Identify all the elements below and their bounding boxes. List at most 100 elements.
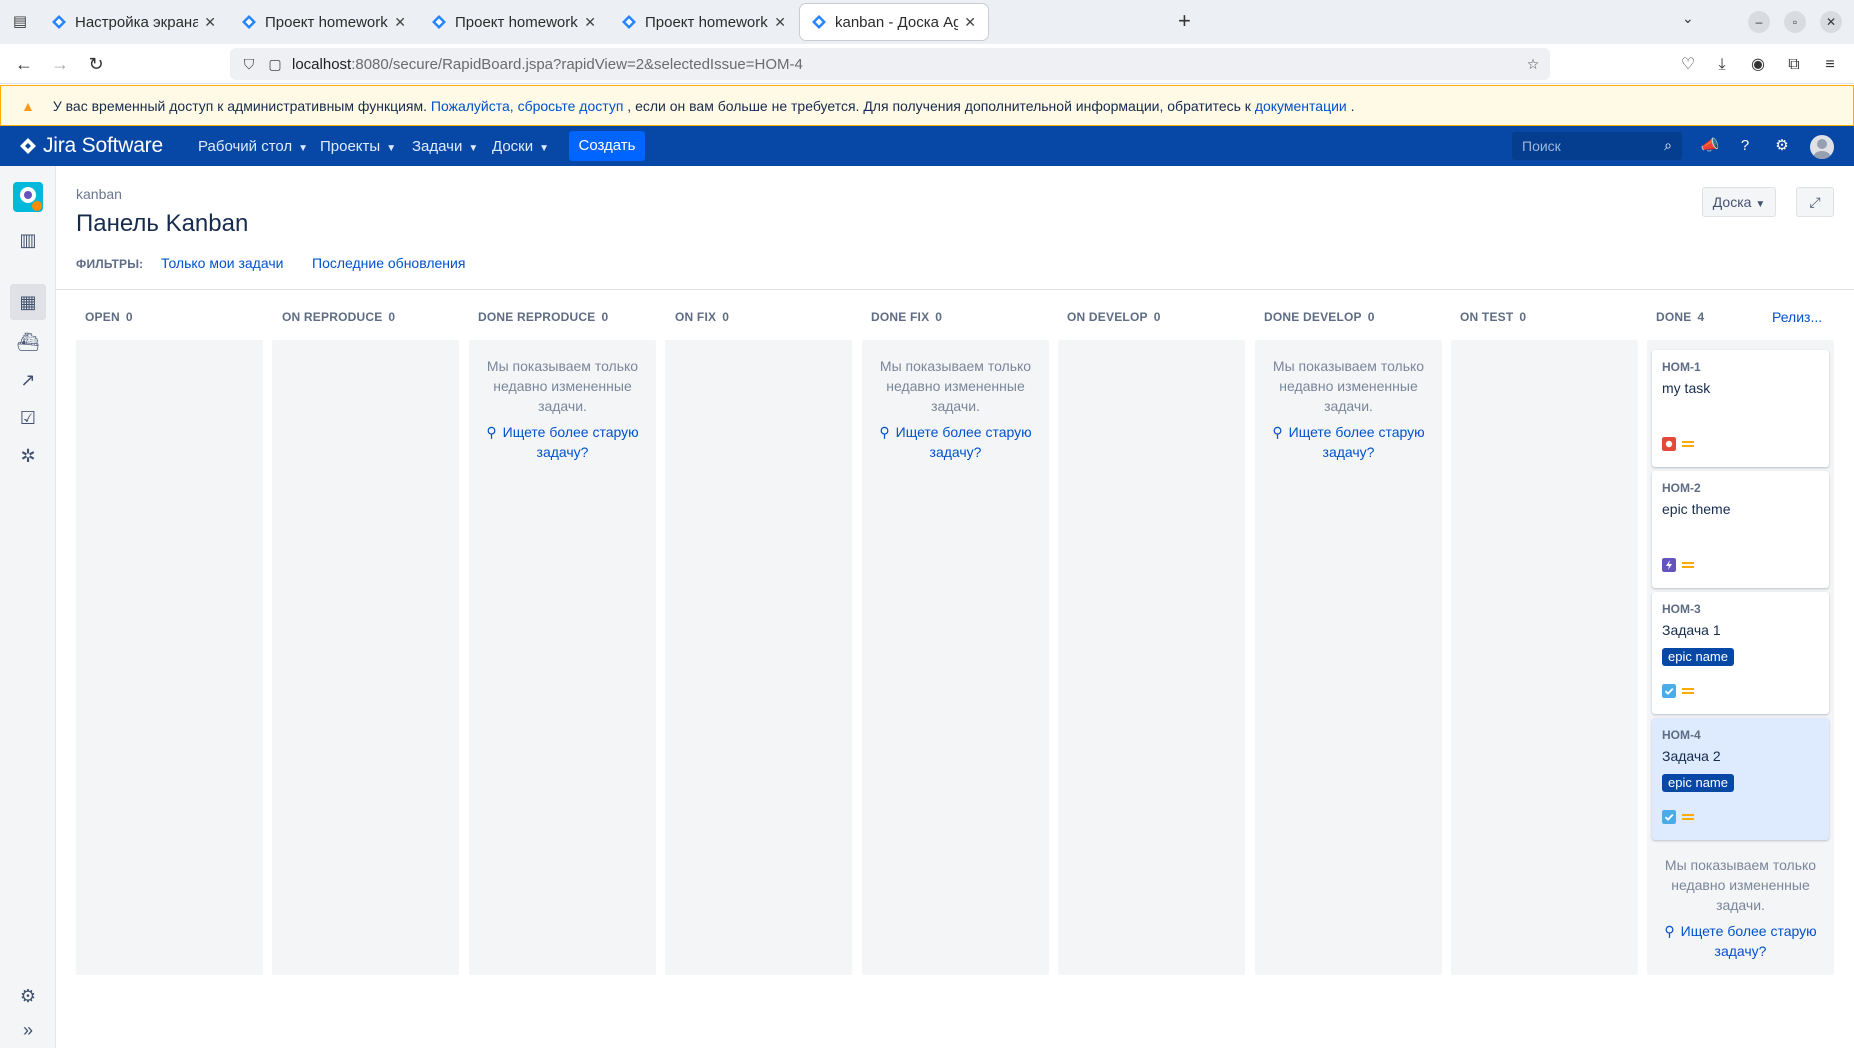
issue-summary: Задача 1: [1662, 622, 1721, 638]
issue-key[interactable]: HOM-2: [1662, 481, 1701, 495]
browser-tab-active[interactable]: kanban - Доска Agile - Jir ✕: [800, 4, 988, 40]
address-bar[interactable]: ⛉ ▢ localhost:8080/secure/RapidBoard.jsp…: [230, 48, 1550, 80]
downloads-icon[interactable]: ⤓: [1711, 54, 1733, 76]
kanban-board-icon[interactable]: ▦: [10, 284, 46, 320]
user-avatar-icon: [1813, 139, 1831, 159]
older-issues-link[interactable]: ⚲ Ищете более старую задачу?: [872, 422, 1039, 462]
column-name: OPEN: [85, 310, 120, 324]
release-link[interactable]: Релиз...: [1772, 309, 1822, 325]
chevron-down-icon: ▼: [1755, 199, 1766, 210]
browser-tab[interactable]: Проект homework - Пол ✕: [610, 4, 798, 40]
backlog-icon[interactable]: ▥: [14, 226, 42, 254]
breadcrumb[interactable]: kanban: [76, 186, 122, 202]
page-info-icon[interactable]: ▢: [266, 55, 284, 73]
settings-gear-icon[interactable]: ⚙: [1772, 136, 1792, 156]
issue-key[interactable]: HOM-4: [1662, 728, 1701, 742]
column-header-done-fix: DONE FIX 0: [871, 310, 942, 324]
close-tab-icon[interactable]: ✕: [204, 14, 216, 31]
browser-tab[interactable]: Проект homework - Экр ✕: [230, 4, 418, 40]
pocket-icon[interactable]: ♡: [1677, 54, 1699, 76]
jira-logo[interactable]: Jira Software: [20, 134, 163, 158]
close-window-button[interactable]: ✕: [1820, 11, 1842, 33]
browser-tab[interactable]: Проект homework - Экр ✕: [420, 4, 608, 40]
column-done-reproduce: Мы показываем только недавно измененные …: [469, 340, 656, 975]
issue-card[interactable]: HOM-2 epic theme: [1652, 471, 1829, 588]
recent-issues-text: Мы показываем только недавно измененные …: [879, 358, 1032, 414]
minimize-window-button[interactable]: –: [1748, 11, 1770, 33]
jira-top-navigation: Jira Software Рабочий стол ▼ Проекты ▼ Зад…: [0, 126, 1854, 166]
back-arrow-icon[interactable]: ←: [12, 52, 36, 76]
issues-icon[interactable]: ☑: [14, 404, 42, 432]
account-icon[interactable]: ◉: [1747, 54, 1769, 76]
epic-label[interactable]: epic name: [1662, 648, 1734, 666]
issue-card[interactable]: HOM-3 Задача 1 epic name: [1652, 592, 1829, 714]
chevron-down-icon: ▼: [468, 143, 479, 154]
issue-card-selected[interactable]: HOM-4 Задача 2 epic name: [1652, 718, 1829, 840]
project-settings-gear-icon[interactable]: ⚙: [14, 982, 42, 1010]
quick-filter-recently-updated[interactable]: Последние обновления: [312, 255, 465, 271]
menu-dashboards[interactable]: Рабочий стол ▼: [198, 138, 308, 155]
medium-priority-icon: [1682, 441, 1694, 447]
create-issue-button[interactable]: Создать: [569, 131, 645, 161]
help-icon[interactable]: ?: [1735, 136, 1755, 156]
column-header-on-reproduce: ON REPRODUCE 0: [282, 310, 395, 324]
restore-window-button[interactable]: ▫: [1784, 11, 1806, 33]
user-avatar[interactable]: [1810, 135, 1834, 159]
expand-sidebar-icon[interactable]: »: [14, 1016, 42, 1044]
browser-navigation-bar: ← → ↻ ⛉ ▢ localhost:8080/secure/RapidBoa…: [0, 44, 1854, 84]
epic-label[interactable]: epic name: [1662, 774, 1734, 792]
board-dropdown-button[interactable]: Доска ▼: [1702, 187, 1776, 217]
url-path: :8080/secure/RapidBoard.jspa?rapidView=2…: [351, 56, 803, 73]
bookmark-star-icon[interactable]: ☆: [1524, 55, 1542, 73]
recent-issues-note: Мы показываем только недавно измененные …: [479, 356, 646, 462]
browser-tab[interactable]: Настройка экрана - Jira ✕: [40, 4, 228, 40]
search-input[interactable]: Поиск ⌕: [1512, 132, 1682, 160]
menu-hamburger-icon[interactable]: ≡: [1819, 54, 1841, 76]
column-on-test: [1451, 340, 1638, 975]
new-tab-button[interactable]: +: [1178, 10, 1191, 32]
older-issues-link[interactable]: ⚲ Ищете более старую задачу?: [479, 422, 646, 462]
older-issues-link[interactable]: ⚲ Ищете более старую задачу?: [1265, 422, 1432, 462]
tab-list-icon[interactable]: ▤: [8, 10, 32, 34]
extensions-icon[interactable]: ⧉: [1783, 54, 1805, 76]
column-on-reproduce: [272, 340, 459, 975]
issue-card[interactable]: HOM-1 my task: [1652, 350, 1829, 467]
older-issues-link[interactable]: ⚲ Ищете более старую задачу?: [1657, 921, 1824, 961]
menu-projects[interactable]: Проекты ▼: [320, 138, 396, 155]
reports-chart-icon[interactable]: ↗: [14, 366, 42, 394]
fullscreen-expand-button[interactable]: ⤢: [1796, 187, 1834, 217]
close-tab-icon[interactable]: ✕: [774, 14, 786, 31]
close-tab-icon[interactable]: ✕: [964, 14, 976, 31]
documentation-link[interactable]: документации: [1255, 98, 1347, 114]
recent-issues-note: Мы показываем только недавно измененные …: [1657, 855, 1824, 961]
notifications-megaphone-icon[interactable]: 📣: [1700, 136, 1720, 156]
older-issues-label: Ищете более старую задачу?: [895, 424, 1032, 460]
releases-ship-icon[interactable]: ⛴: [14, 328, 42, 356]
column-count: 0: [388, 310, 396, 324]
column-done-fix: Мы показываем только недавно измененные …: [862, 340, 1049, 975]
quick-filter-my-issues[interactable]: Только мои задачи: [161, 255, 283, 271]
url-text[interactable]: localhost:8080/secure/RapidBoard.jspa?ra…: [292, 56, 803, 73]
admin-access-warning: ▲ У вас временный доступ к административ…: [0, 85, 1854, 126]
search-icon: ⚲: [1664, 923, 1675, 939]
shield-icon[interactable]: ⛉: [240, 55, 258, 73]
column-count: 0: [722, 310, 730, 324]
jira-favicon-icon: [812, 15, 826, 29]
drop-access-link[interactable]: Пожалуйста, сбросьте доступ: [431, 98, 623, 114]
list-all-tabs-icon[interactable]: ⌄: [1682, 10, 1694, 27]
issue-key[interactable]: HOM-1: [1662, 360, 1701, 374]
menu-boards[interactable]: Доски ▼: [492, 138, 549, 155]
browser-tab-title: Проект homework - Экр: [265, 13, 388, 31]
menu-issues[interactable]: Задачи ▼: [412, 138, 478, 155]
add-ons-puzzle-icon[interactable]: ✲: [14, 442, 42, 470]
issue-key[interactable]: HOM-3: [1662, 602, 1701, 616]
close-tab-icon[interactable]: ✕: [584, 14, 596, 31]
project-avatar-icon[interactable]: [13, 182, 43, 212]
search-icon[interactable]: ⌕: [1664, 137, 1672, 154]
close-tab-icon[interactable]: ✕: [394, 14, 406, 31]
filters-label: ФИЛЬТРЫ:: [76, 257, 144, 271]
reload-icon[interactable]: ↻: [84, 52, 108, 76]
search-icon: ⚲: [879, 424, 890, 440]
column-header-done: DONE 4: [1656, 310, 1704, 324]
forward-arrow-icon[interactable]: →: [48, 52, 72, 76]
